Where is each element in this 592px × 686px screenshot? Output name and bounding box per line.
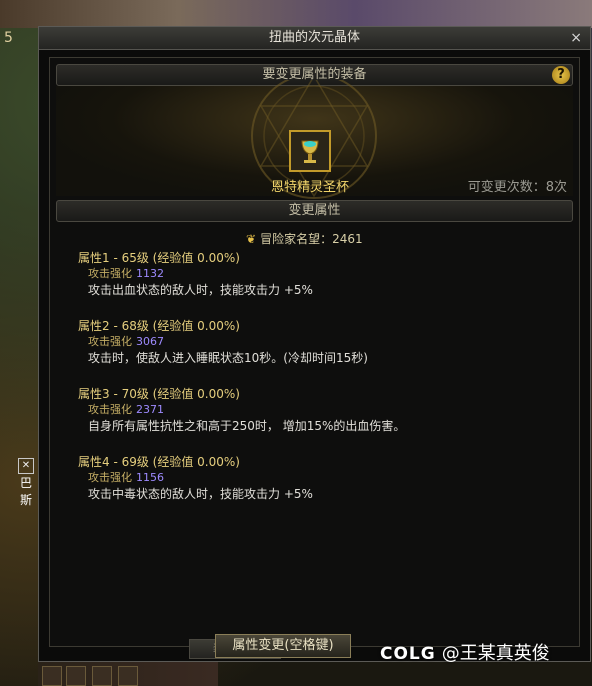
window-inner-panel: 要变更属性的装备 ? 恩特精灵圣杯 可变更次数：8次 变更属性 ❦ 冒险家名望：… xyxy=(49,57,580,647)
change-header-label: 变更属性 xyxy=(288,203,341,218)
attack-boost-value: 1132 xyxy=(136,267,164,280)
attack-boost-value: 3067 xyxy=(136,335,164,348)
window-title: 扭曲的次元晶体 xyxy=(268,30,360,45)
background-name-text: 巴斯 xyxy=(20,476,33,507)
attribute-title: 属性1 - 65级 (经验值 0.00%) xyxy=(78,251,240,265)
attribute-sub: 攻击强化 2371 xyxy=(88,403,164,416)
holy-grail-icon xyxy=(301,140,319,163)
attribute-desc: 攻击出血状态的敌人时，技能攻击力 +5% xyxy=(88,283,313,297)
background-level-text: 5 xyxy=(4,30,13,46)
attribute-sub: 攻击强化 3067 xyxy=(88,335,164,348)
background-close-icon: ✕ xyxy=(18,458,34,474)
item-name: 恩特精灵圣杯 xyxy=(270,180,349,195)
attribute-title: 属性3 - 70级 (经验值 0.00%) xyxy=(78,387,240,401)
attribute-entry-4[interactable]: 属性4 - 69级 (经验值 0.00%) 攻击强化 1156 攻击中毒状态的敌人… xyxy=(78,454,313,502)
attribute-title: 属性2 - 68级 (经验值 0.00%) xyxy=(78,319,240,333)
skill-slot[interactable] xyxy=(66,666,86,686)
attribute-entry-2[interactable]: 属性2 - 68级 (经验值 0.00%) 攻击强化 3067 攻击时，使敌人进入… xyxy=(78,318,368,366)
attribute-desc: 攻击中毒状态的敌人时，技能攻击力 +5% xyxy=(88,487,313,501)
change-count-text: 可变更次数：8次 xyxy=(467,180,567,195)
equip-area: 恩特精灵圣杯 可变更次数：8次 xyxy=(56,80,573,199)
fame-text: 冒险家名望：2461 xyxy=(260,232,363,246)
close-button[interactable]: × xyxy=(570,27,582,49)
attack-boost-value: 2371 xyxy=(136,403,164,416)
attribute-sub: 攻击强化 1132 xyxy=(88,267,164,280)
skill-slot[interactable] xyxy=(42,666,62,686)
attribute-sub: 攻击强化 1156 xyxy=(88,471,164,484)
background-top-strip xyxy=(0,0,592,28)
fame-icon: ❦ xyxy=(246,232,257,246)
colg-logo: COLG xyxy=(380,644,436,664)
watermark-text: @王某真英俊 xyxy=(441,643,550,664)
heart-icon[interactable] xyxy=(118,666,138,686)
change-attribute-header: 变更属性 xyxy=(56,200,573,222)
change-attribute-button[interactable]: 属性变更(空格键) xyxy=(215,634,351,658)
skill-slot[interactable] xyxy=(92,666,112,686)
item-slot[interactable] xyxy=(289,130,331,172)
watermark: COLG @王某真英俊 xyxy=(380,639,550,665)
attack-boost-value: 1156 xyxy=(136,471,164,484)
attribute-desc: 攻击时，使敌人进入睡眠状态10秒。(冷却时间15秒) xyxy=(88,351,368,365)
attribute-desc: 自身所有属性抗性之和高于250时， 增加15%的出血伤害。 xyxy=(88,419,406,433)
attribute-entry-3[interactable]: 属性3 - 70级 (经验值 0.00%) 攻击强化 2371 自身所有属性抗性之… xyxy=(78,386,405,434)
attribute-entry-1[interactable]: 属性1 - 65级 (经验值 0.00%) 攻击强化 1132 攻击出血状态的敌人… xyxy=(78,250,313,298)
window-titlebar[interactable]: 扭曲的次元晶体 × xyxy=(39,27,590,50)
dimension-crystal-window: 扭曲的次元晶体 × 要变更属性的装备 ? 恩特精灵圣杯 可变更次数：8次 变更属… xyxy=(38,26,591,662)
adventurer-fame: ❦ 冒险家名望：2461 xyxy=(246,230,363,247)
help-button[interactable]: ? xyxy=(552,66,570,84)
attribute-title: 属性4 - 69级 (经验值 0.00%) xyxy=(78,455,240,469)
